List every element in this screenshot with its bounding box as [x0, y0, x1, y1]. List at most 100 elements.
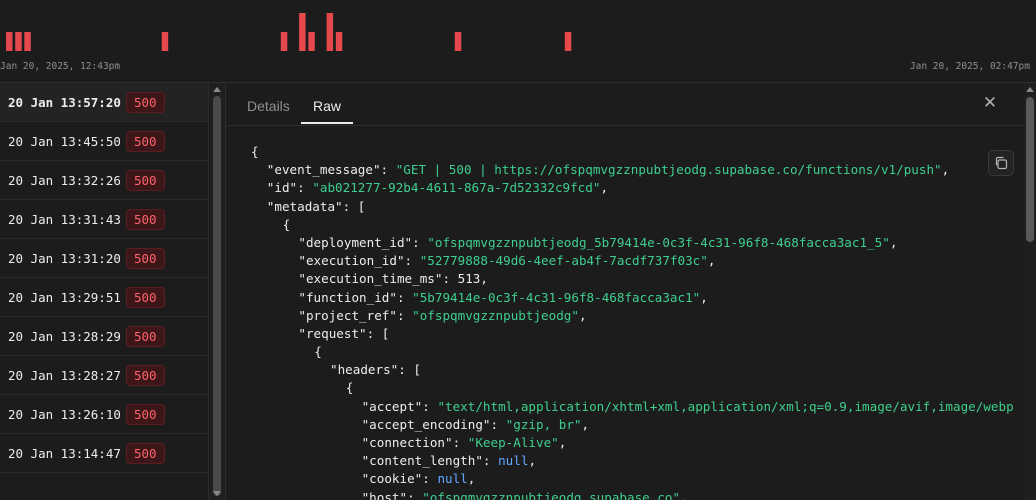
histogram-bar[interactable]	[326, 13, 334, 51]
json-line: "connection": "Keep-Alive",	[251, 434, 1023, 452]
json-key: "project_ref"	[298, 307, 397, 323]
json-punctuation: : [	[342, 198, 366, 214]
log-list: 20 Jan 13:57:20 500 20 Jan 13:45:50 500 20 J…	[0, 83, 208, 500]
log-row[interactable]: 20 Jan 13:26:10 500	[0, 395, 208, 434]
copy-button[interactable]	[988, 150, 1014, 176]
histogram-bar[interactable]	[454, 32, 462, 51]
log-timestamp: 20 Jan 13:28:27	[8, 367, 121, 383]
json-key: "function_id"	[298, 289, 397, 305]
tab-raw[interactable]: Raw	[301, 83, 354, 124]
json-value: "ab021277-92b4-4611-867a-7d52332c9fcd"	[312, 180, 601, 196]
json-key: "request"	[298, 325, 367, 341]
scroll-up-arrow-icon[interactable]	[213, 87, 221, 92]
json-punctuation: :	[422, 471, 438, 487]
log-row[interactable]: 20 Jan 13:45:50 500	[0, 122, 208, 161]
json-key: "execution_time_ms"	[298, 271, 443, 287]
json-punctuation: :	[404, 253, 420, 269]
json-value: null	[437, 471, 468, 487]
status-badge: 500	[126, 364, 165, 386]
json-line: {	[251, 143, 1023, 161]
log-row[interactable]: 20 Jan 13:14:47 500	[0, 434, 208, 473]
log-timestamp: 20 Jan 13:57:20	[8, 94, 121, 110]
json-punctuation: :	[490, 416, 506, 432]
status-badge: 500	[126, 286, 165, 308]
scroll-thumb[interactable]	[213, 96, 221, 496]
histogram-bar[interactable]	[15, 32, 22, 51]
event-histogram: Jan 20, 2025, 12:43pm Jan 20, 2025, 02:4…	[0, 0, 1036, 83]
json-punctuation: {	[251, 144, 259, 159]
log-row[interactable]: 20 Jan 13:28:27 500	[0, 356, 208, 395]
json-punctuation: : [	[366, 325, 390, 341]
json-value: "5b79414e-0c3f-4c31-96f8-468facca3ac1"	[412, 289, 701, 305]
status-badge: 500	[126, 169, 165, 191]
histogram-bar[interactable]	[335, 32, 343, 51]
json-key: "accept_encoding"	[361, 416, 491, 432]
log-row[interactable]: 20 Jan 13:31:20 500	[0, 239, 208, 278]
json-punctuation: ,	[680, 489, 688, 500]
json-line: "metadata": [	[251, 198, 1023, 216]
json-value: null	[498, 453, 529, 469]
log-timestamp: 20 Jan 13:14:47	[8, 445, 121, 461]
status-badge: 500	[126, 91, 165, 113]
json-punctuation: :	[452, 435, 468, 450]
json-line: {	[251, 216, 1023, 234]
histogram-bar[interactable]	[24, 32, 31, 51]
scroll-thumb[interactable]	[1026, 97, 1034, 242]
log-row[interactable]: 20 Jan 13:28:29 500	[0, 317, 208, 356]
scroll-down-arrow-icon[interactable]	[213, 491, 221, 496]
json-punctuation: ,	[581, 416, 590, 432]
json-value: "text/html,application/xhtml+xml,applica…	[437, 398, 1014, 414]
json-value: "GET | 500 | https://ofspqmvgzznpubtjeod…	[395, 162, 942, 178]
json-punctuation: :	[396, 289, 413, 305]
log-timestamp: 20 Jan 13:45:50	[8, 133, 121, 149]
status-badge: 500	[126, 325, 165, 347]
histogram-bar[interactable]	[564, 32, 572, 51]
json-line: "host": "ofspqmvgzznpubtjeodg.supabase.c…	[251, 489, 1023, 500]
tab-details[interactable]: Details	[235, 83, 302, 124]
json-line: "request": [	[251, 325, 1023, 343]
json-key: "event_message"	[266, 162, 381, 178]
histogram-bar[interactable]	[161, 32, 169, 51]
json-key: "metadata"	[266, 198, 343, 214]
json-value: "ofspqmvgzznpubtjeodg.supabase.co"	[422, 489, 681, 500]
scroll-up-arrow-icon[interactable]	[1026, 87, 1034, 92]
json-punctuation: :	[482, 453, 499, 469]
json-punctuation: ,	[941, 162, 950, 178]
json-punctuation: ,	[467, 471, 476, 487]
histogram-bar[interactable]	[299, 13, 306, 51]
histogram-chart	[6, 13, 572, 51]
json-line: "content_length": null,	[251, 452, 1023, 470]
histogram-bar[interactable]	[308, 32, 315, 51]
json-line: "accept_encoding": "gzip, br",	[251, 416, 1023, 434]
json-line: "deployment_id": "ofspqmvgzznpubtjeodg_5…	[251, 234, 1023, 252]
status-badge: 500	[126, 403, 165, 425]
log-row[interactable]: 20 Jan 13:32:26 500	[0, 161, 208, 200]
json-punctuation: :	[442, 271, 458, 287]
histogram-bar[interactable]	[6, 32, 13, 51]
detail-panel-scrollbar[interactable]	[1024, 83, 1036, 500]
log-timestamp: 20 Jan 13:32:26	[8, 172, 121, 188]
json-key: "connection"	[361, 435, 453, 450]
json-key: "deployment_id"	[298, 234, 413, 250]
log-row[interactable]: 20 Jan 13:57:20 500	[0, 83, 208, 122]
json-line: "headers": [	[251, 361, 1023, 379]
json-key: "headers"	[330, 362, 399, 378]
log-detail-panel: Details Raw ✕ { "event_message": "GET | 5…	[227, 83, 1036, 500]
close-icon[interactable]: ✕	[980, 93, 1000, 113]
status-badge: 500	[126, 130, 165, 152]
log-timestamp: 20 Jan 13:26:10	[8, 406, 121, 422]
log-row[interactable]: 20 Jan 13:31:43 500	[0, 200, 208, 239]
json-line: "project_ref": "ofspqmvgzznpubtjeodg",	[251, 307, 1023, 325]
detail-tabbar: Details Raw ✕	[227, 83, 1024, 126]
log-timestamp: 20 Jan 13:28:29	[8, 328, 121, 344]
status-badge: 500	[126, 247, 165, 269]
json-punctuation: {	[282, 216, 291, 232]
status-badge: 500	[126, 208, 165, 230]
json-punctuation: ,	[889, 234, 898, 250]
histogram-bar[interactable]	[280, 32, 288, 51]
log-row[interactable]: 20 Jan 13:29:51 500	[0, 278, 208, 317]
json-value: "52779888-49d6-4eef-ab4f-7acdf737f03c"	[419, 253, 708, 269]
log-list-scrollbar[interactable]	[208, 83, 226, 500]
json-punctuation: : [	[398, 362, 421, 378]
json-value: "ofspqmvgzznpubtjeodg"	[412, 307, 579, 323]
